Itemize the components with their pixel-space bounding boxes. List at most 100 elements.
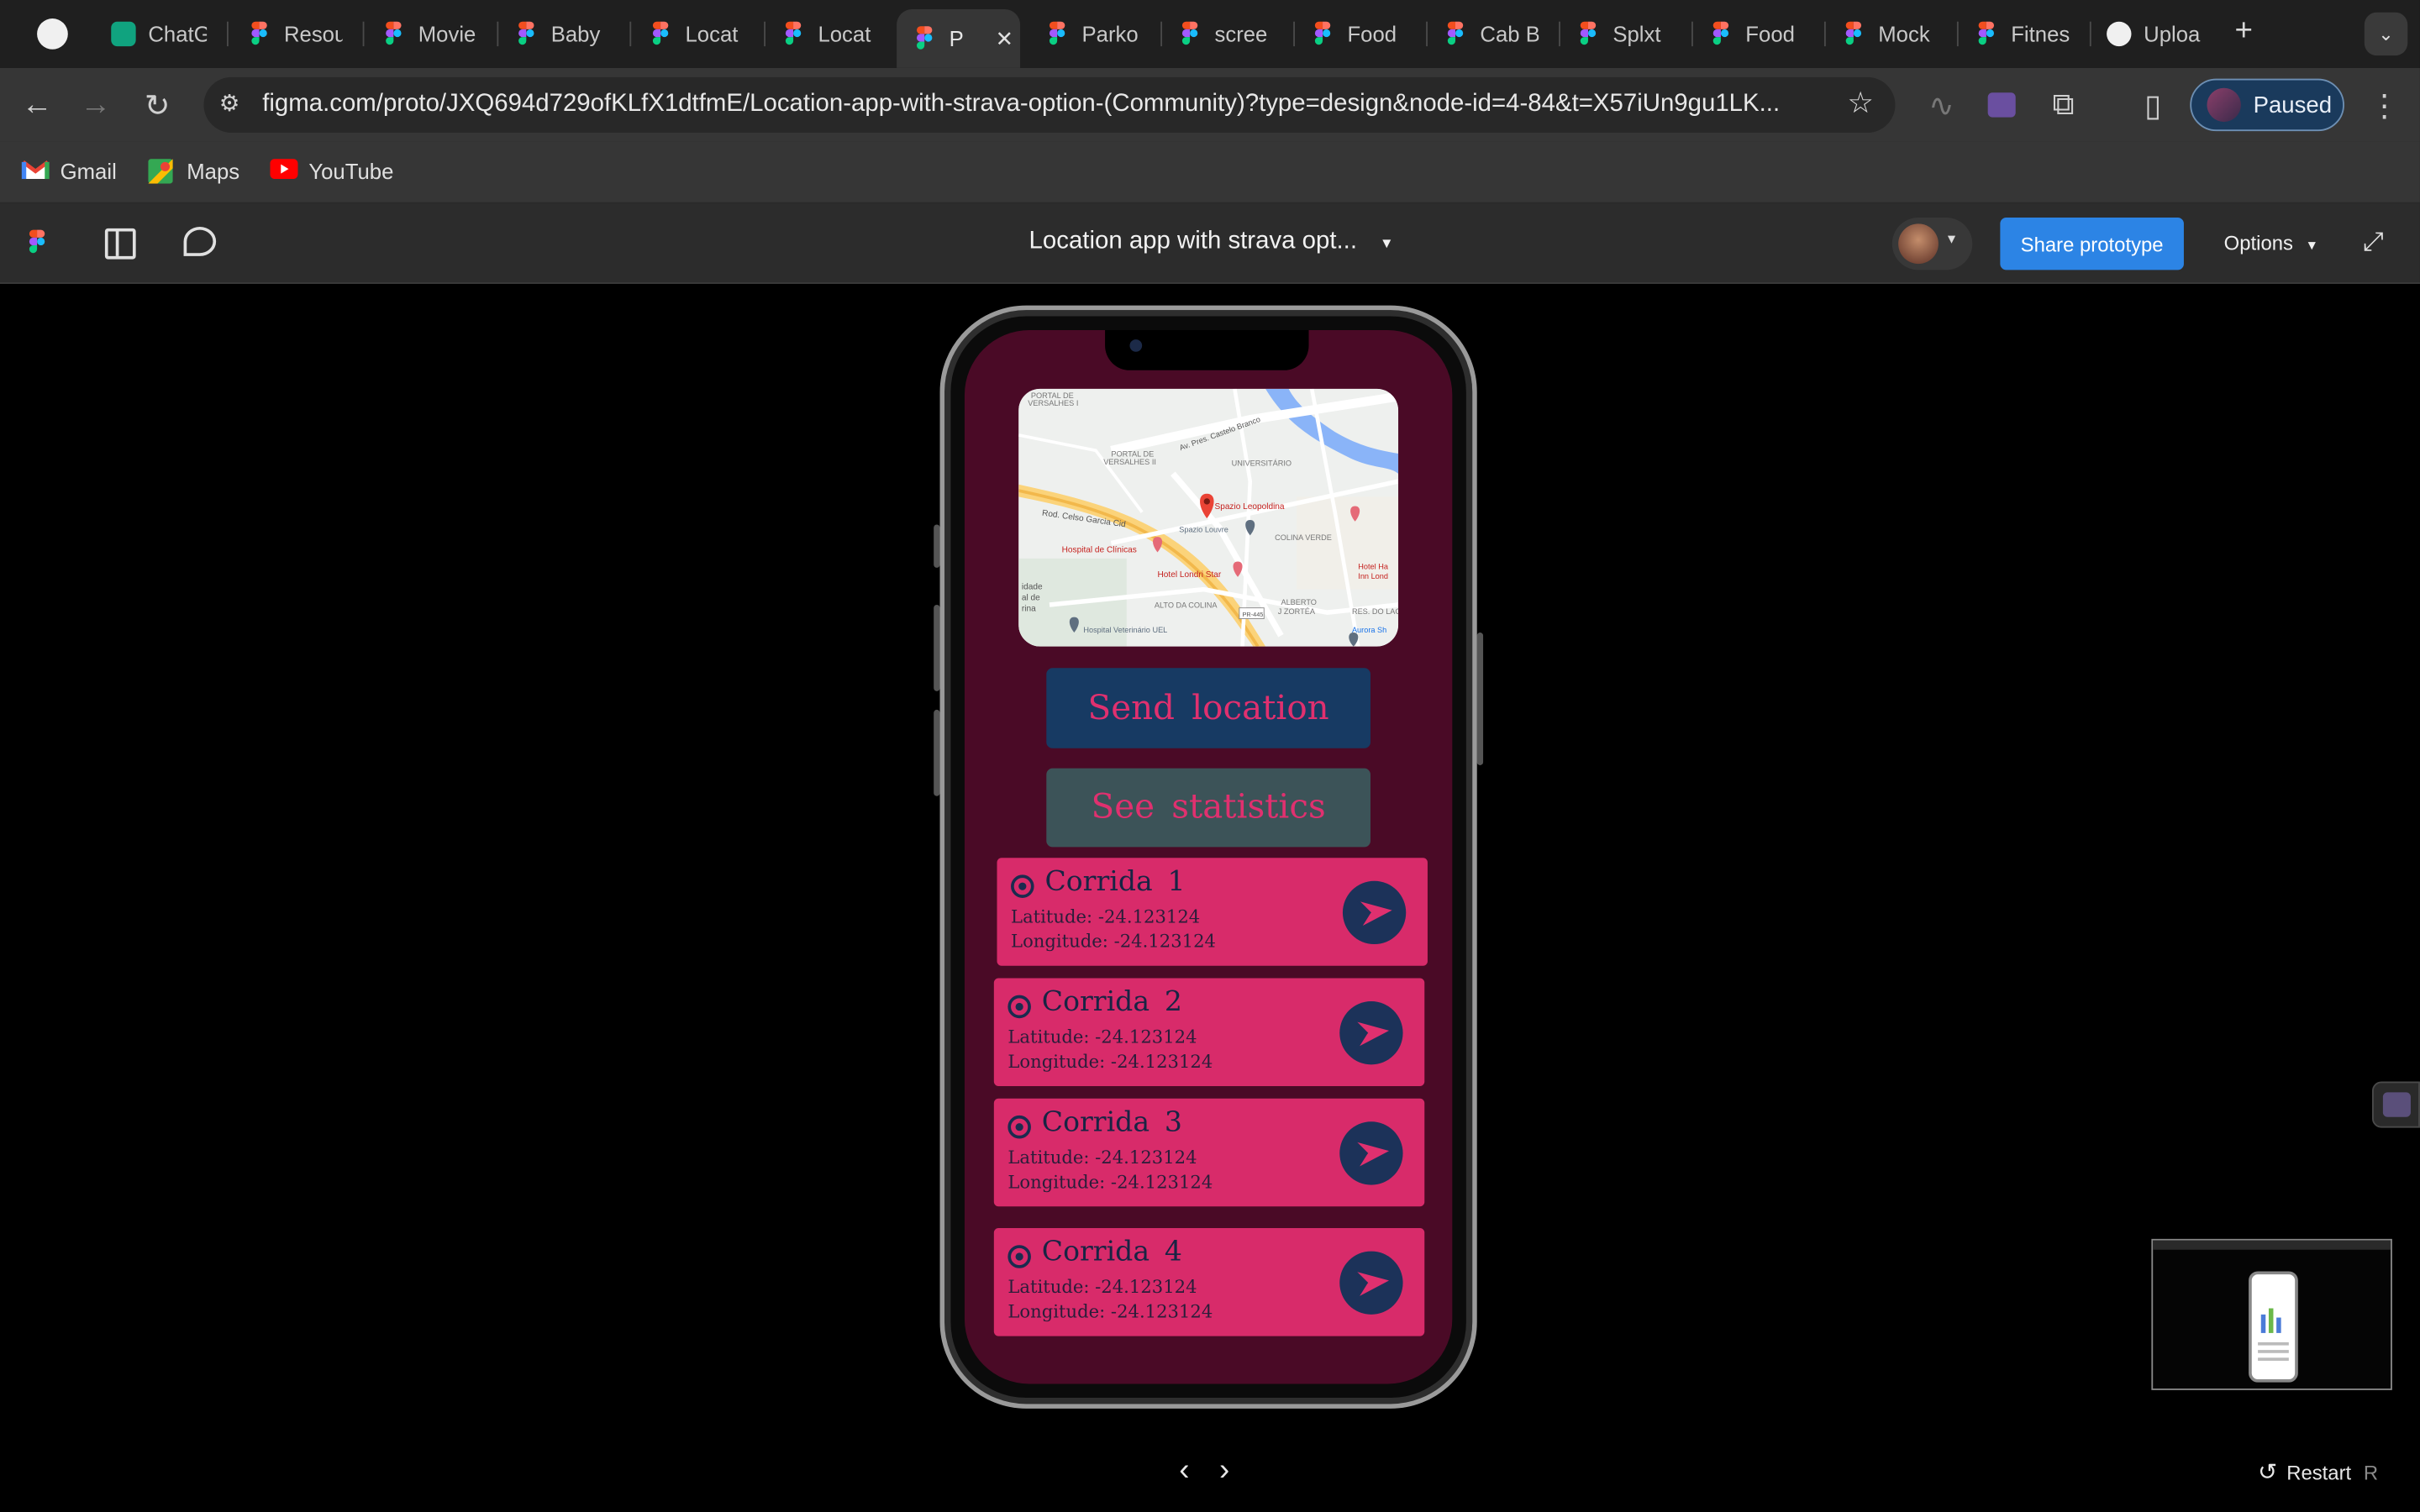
browser-tab[interactable]: Cab B [1443, 11, 1560, 57]
svg-text:Hospital de Clínicas: Hospital de Clínicas [1062, 546, 1137, 555]
figma-icon [1044, 21, 1069, 46]
run-longitude: Longitude: -24.123124 [1007, 1300, 1213, 1323]
browser-tab[interactable] [37, 11, 71, 57]
bookmarks-bar: Gmail Maps YouTube [0, 141, 2420, 204]
figma-icon [1708, 21, 1733, 46]
options-menu[interactable]: Options ▾ [2224, 232, 2316, 255]
bookmark-maps[interactable]: Maps [148, 159, 239, 184]
phone-mute-switch [934, 524, 940, 568]
run-title: Corrida 2 [1041, 985, 1182, 1019]
map-graphic: PORTAL DE VERSALHES I PORTAL DE VERSALHE… [1018, 388, 1399, 647]
run-card[interactable]: Corrida 4 Latitude: -24.123124 Longitude… [993, 1228, 1425, 1336]
figma-icon [781, 21, 805, 46]
forward-icon[interactable]: → [77, 87, 114, 123]
chevron-down-icon: ▾ [1947, 231, 1956, 249]
maps-icon [148, 159, 176, 184]
new-tab-icon[interactable]: + [2235, 14, 2253, 50]
location-target-icon [1011, 874, 1034, 898]
figma-icon [1576, 21, 1600, 46]
send-icon [1353, 1140, 1389, 1166]
site-settings-icon[interactable]: ⚙ [219, 90, 240, 117]
browser-tab-active[interactable]: P ✕ [897, 9, 1021, 68]
bookmark-gmail[interactable]: Gmail [21, 159, 117, 184]
browser-tab[interactable]: scree [1177, 11, 1295, 57]
run-longitude: Longitude: -24.123124 [1007, 1050, 1213, 1073]
location-target-icon [1007, 1115, 1031, 1139]
tab-divider [362, 21, 365, 47]
browser-tab[interactable]: Uploa [2107, 11, 2215, 57]
back-icon[interactable]: ← [18, 87, 55, 123]
browser-tab[interactable]: Fitnes [1974, 11, 2091, 57]
send-run-button[interactable] [1342, 880, 1407, 945]
extensions-puzzle-icon[interactable]: ⧉ [2045, 87, 2082, 123]
floating-extension-icon[interactable] [2372, 1081, 2420, 1128]
run-latitude: Latitude: -24.123124 [1011, 906, 1201, 927]
extension-icon[interactable] [1983, 87, 2020, 123]
restart-button[interactable]: ↺ Restart R [2258, 1458, 2378, 1486]
browser-tab[interactable]: ChatG [111, 11, 229, 57]
performance-icon[interactable]: ∿ [1923, 87, 1960, 123]
send-run-button[interactable] [1339, 1251, 1403, 1315]
figma-icon [1310, 21, 1334, 46]
figma-icon [514, 21, 539, 46]
app-icon [37, 18, 68, 50]
fullscreen-icon[interactable]: ⤢ [2363, 227, 2384, 258]
svg-text:al de: al de [1022, 593, 1040, 602]
run-card[interactable]: Corrida 1 Latitude: -24.123124 Longitude… [997, 858, 1428, 966]
browser-tab[interactable]: Locat [781, 11, 889, 57]
figma-icon [247, 21, 271, 46]
send-location-button[interactable]: Send location [1046, 668, 1370, 748]
browser-tab[interactable]: Parko [1044, 11, 1163, 57]
svg-text:PR-445: PR-445 [1243, 611, 1264, 618]
browser-tab[interactable]: Mock [1841, 11, 1959, 57]
run-card[interactable]: Corrida 3 Latitude: -24.123124 Longitude… [993, 1098, 1425, 1207]
tab-divider [1691, 21, 1693, 47]
side-panel-icon[interactable]: ▯ [2134, 87, 2171, 123]
figma-icon [381, 21, 406, 46]
browser-tab[interactable]: Splxt [1576, 11, 1693, 57]
run-card[interactable]: Corrida 2 Latitude: -24.123124 Longitude… [993, 978, 1425, 1087]
run-longitude: Longitude: -24.123124 [1011, 930, 1216, 953]
svg-text:Spazio Louvre: Spazio Louvre [1179, 526, 1228, 534]
browser-tab[interactable]: Food [1310, 11, 1428, 57]
browser-tab[interactable]: Movie [381, 11, 499, 57]
location-map[interactable]: PORTAL DE VERSALHES I PORTAL DE VERSALHE… [1018, 388, 1399, 647]
next-frame-icon[interactable]: › [1219, 1453, 1229, 1488]
browser-tab[interactable]: Baby [514, 11, 632, 57]
address-bar[interactable]: ⚙ figma.com/proto/JXQ694d729ofKLfX1dtfmE… [203, 76, 1896, 133]
tab-search-icon[interactable]: ⌄ [2364, 12, 2408, 56]
close-tab-icon[interactable]: ✕ [996, 25, 1014, 51]
profile-button[interactable]: Paused [2190, 78, 2344, 132]
bookmark-star-icon[interactable]: ☆ [1847, 87, 1873, 122]
svg-text:Hospital Veterinário UEL: Hospital Veterinário UEL [1083, 626, 1167, 634]
collaborator-menu[interactable]: ▾ [1891, 217, 1973, 270]
browser-tab[interactable]: Resou [247, 11, 365, 57]
send-run-button[interactable] [1339, 1001, 1403, 1065]
reload-icon[interactable]: ↻ [139, 87, 176, 123]
svg-text:COLINA VERDE: COLINA VERDE [1275, 533, 1332, 542]
figma-icon [648, 21, 672, 46]
tab-divider [1823, 21, 1826, 47]
send-run-button[interactable] [1339, 1121, 1403, 1185]
browser-tab[interactable]: Food [1708, 11, 1826, 57]
bookmark-youtube[interactable]: YouTube [270, 159, 393, 184]
run-title: Corrida 4 [1041, 1236, 1182, 1268]
phone-power-button [1476, 633, 1484, 766]
phone-volume-up [934, 604, 940, 691]
run-longitude: Longitude: -24.123124 [1007, 1171, 1213, 1193]
browser-tab[interactable]: Locat [648, 11, 766, 57]
chatgpt-icon [111, 21, 136, 47]
svg-text:Inn Lond: Inn Lond [1358, 572, 1388, 580]
previous-frame-icon[interactable]: ‹ [1179, 1453, 1189, 1488]
camera-icon [1129, 339, 1143, 352]
svg-text:VERSALHES I: VERSALHES I [1028, 399, 1078, 407]
browser-menu-icon[interactable]: ⋮ [2366, 87, 2403, 123]
tab-divider [1293, 21, 1295, 47]
svg-text:UNIVERSITÁRIO: UNIVERSITÁRIO [1232, 459, 1292, 468]
run-title: Corrida 1 [1044, 865, 1186, 898]
phone-notch [1105, 330, 1309, 370]
share-prototype-button[interactable]: Share prototype [2000, 217, 2184, 270]
figma-icon [1443, 21, 1467, 46]
run-latitude: Latitude: -24.123124 [1007, 1146, 1197, 1168]
see-statistics-button[interactable]: See statistics [1046, 768, 1370, 848]
